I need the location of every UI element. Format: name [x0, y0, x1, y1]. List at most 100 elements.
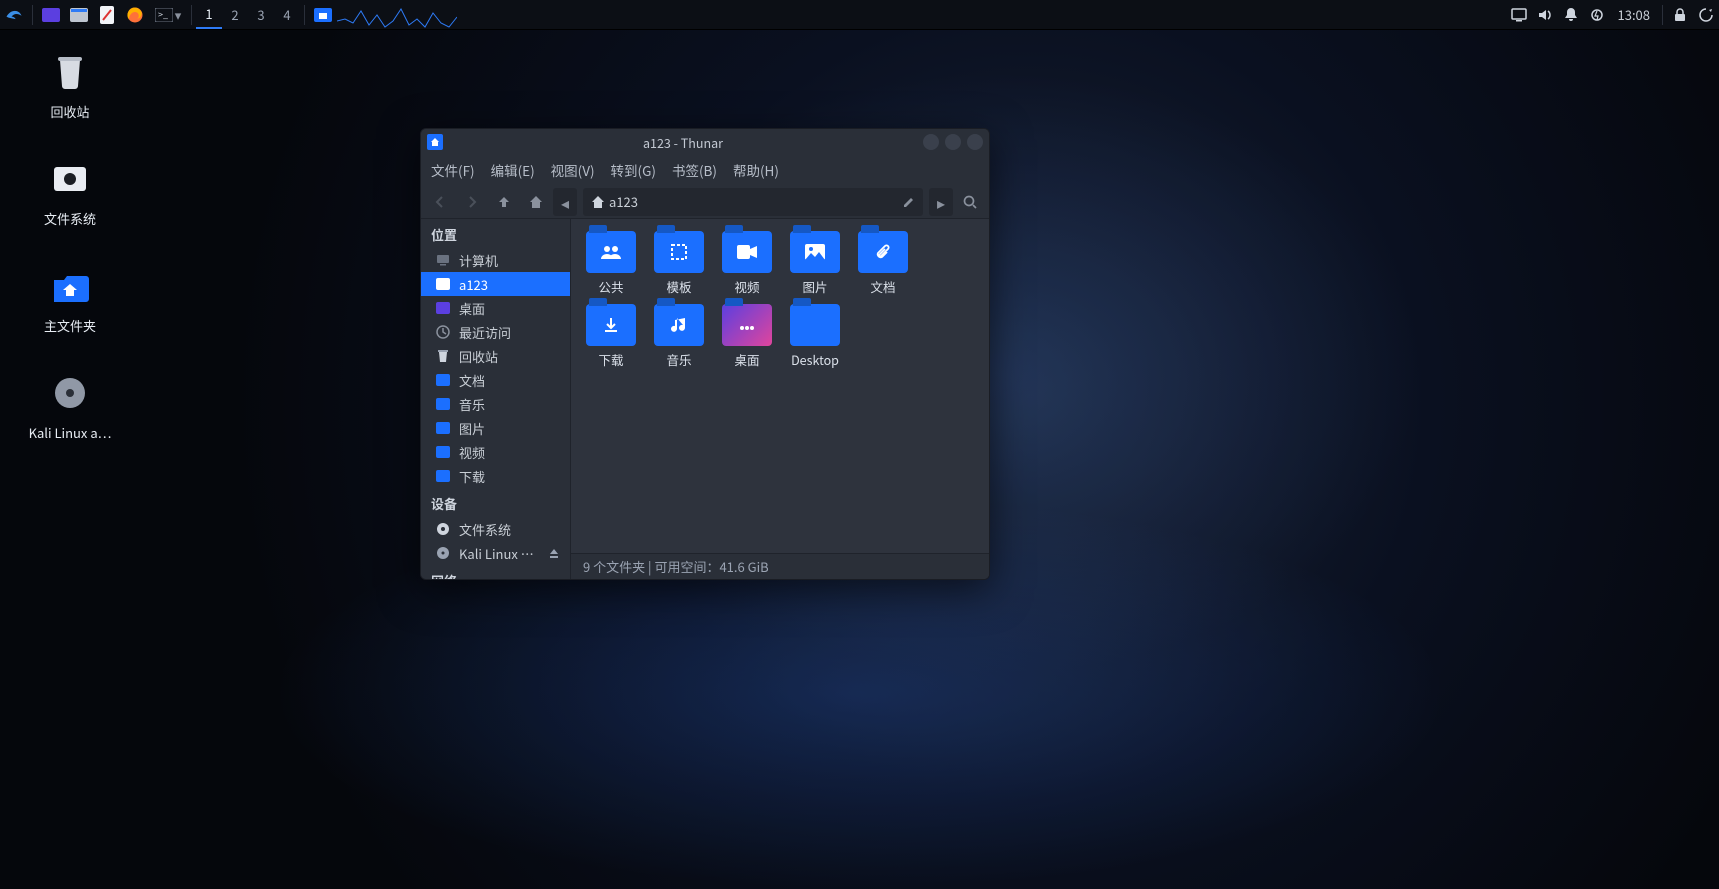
- workspace-1[interactable]: 1: [196, 1, 222, 29]
- path-segment-home[interactable]: a123: [583, 188, 646, 216]
- folder-desktop-en[interactable]: Desktop: [783, 304, 847, 369]
- desktop-icon-trash[interactable]: 回收站: [22, 48, 118, 121]
- status-bar: 9 个文件夹 | 可用空间：41.6 GiB: [571, 553, 989, 579]
- menu-bookmarks[interactable]: 书签(B): [672, 160, 717, 180]
- menu-view[interactable]: 视图(V): [551, 160, 595, 180]
- taskbar-app-monitor[interactable]: [37, 1, 65, 29]
- folder-desktop-cn[interactable]: 桌面: [715, 304, 779, 369]
- sidebar-item-label: 图片: [459, 419, 485, 438]
- video-icon: [737, 245, 757, 259]
- people-icon: [600, 244, 622, 260]
- sidebar-header-network: 网络: [421, 565, 570, 579]
- sidebar-item-filesystem[interactable]: 文件系统: [421, 517, 570, 541]
- tray-power-icon[interactable]: [1584, 8, 1610, 22]
- sidebar-item-music[interactable]: 音乐: [421, 392, 570, 416]
- eject-icon[interactable]: [548, 547, 562, 559]
- folder-templates[interactable]: 模板: [647, 231, 711, 296]
- sidebar-header-devices: 设备: [421, 488, 570, 517]
- window-titlebar[interactable]: a123 - Thunar: [421, 129, 989, 155]
- search-button[interactable]: [955, 187, 985, 217]
- sidebar-header-places: 位置: [421, 219, 570, 248]
- folder-public[interactable]: 公共: [579, 231, 643, 296]
- tray-notifications-icon[interactable]: [1558, 7, 1584, 23]
- folder-label: 文档: [851, 277, 915, 296]
- clock-icon: [435, 324, 451, 340]
- path-history-forward-button[interactable]: ▸: [929, 188, 953, 216]
- kali-menu-icon[interactable]: [0, 1, 28, 29]
- panel-separator: [191, 5, 192, 25]
- folder-icon: [435, 468, 451, 484]
- sidebar-item-computer[interactable]: 计算机: [421, 248, 570, 272]
- folder-icon: [435, 372, 451, 388]
- nav-up-button[interactable]: [489, 187, 519, 217]
- sidebar-item-recent[interactable]: 最近访问: [421, 320, 570, 344]
- workspace-4[interactable]: 4: [274, 1, 300, 29]
- desktop-icon-home[interactable]: 主文件夹: [22, 262, 118, 335]
- panel-separator: [1662, 5, 1663, 25]
- taskbar-app-files[interactable]: [65, 1, 93, 29]
- desktop-icon-label: Kali Linux a…: [22, 423, 118, 442]
- workspace-2[interactable]: 2: [222, 1, 248, 29]
- folder-videos[interactable]: 视频: [715, 231, 779, 296]
- sidebar-item-home[interactable]: a123: [421, 272, 570, 296]
- folder-label: 桌面: [715, 350, 779, 369]
- folder-music[interactable]: 音乐: [647, 304, 711, 369]
- folder-label: Desktop: [783, 350, 847, 369]
- nav-home-button[interactable]: [521, 187, 551, 217]
- sidebar-item-desktop[interactable]: 桌面: [421, 296, 570, 320]
- sidebar-item-downloads[interactable]: 下载: [421, 464, 570, 488]
- sidebar-item-trash[interactable]: 回收站: [421, 344, 570, 368]
- path-history-back-button[interactable]: ◂: [553, 188, 577, 216]
- tray-display-icon[interactable]: [1506, 8, 1532, 22]
- menu-go[interactable]: 转到(G): [611, 160, 656, 180]
- sidebar-item-label: 计算机: [459, 251, 498, 270]
- optical-icon: [435, 545, 451, 561]
- image-icon: [805, 244, 825, 260]
- menu-help[interactable]: 帮助(H): [733, 160, 779, 180]
- taskbar-app-editor[interactable]: [93, 1, 121, 29]
- menu-edit[interactable]: 编辑(E): [491, 160, 535, 180]
- sidebar-item-label: 文件系统: [459, 520, 511, 539]
- folder-icon: [435, 396, 451, 412]
- nav-back-button[interactable]: [425, 187, 455, 217]
- nav-forward-button[interactable]: [457, 187, 487, 217]
- sidebar-item-videos[interactable]: 视频: [421, 440, 570, 464]
- path-bar[interactable]: a123: [583, 188, 923, 216]
- window-close-button[interactable]: [967, 134, 983, 150]
- sidebar-item-optical[interactable]: Kali Linux a…: [421, 541, 570, 565]
- tray-session-icon[interactable]: [1693, 7, 1719, 23]
- path-edit-button[interactable]: [895, 195, 923, 209]
- desktop-icon-filesystem[interactable]: 文件系统: [22, 155, 118, 228]
- disk-icon: [435, 521, 451, 537]
- menubar: 文件(F) 编辑(E) 视图(V) 转到(G) 书签(B) 帮助(H): [421, 155, 989, 185]
- sidebar-item-label: a123: [459, 275, 488, 294]
- folder-documents[interactable]: 文档: [851, 231, 915, 296]
- cpu-graph-icon: [337, 1, 457, 29]
- download-icon: [602, 316, 620, 334]
- folder-pictures[interactable]: 图片: [783, 231, 847, 296]
- sidebar-item-pictures[interactable]: 图片: [421, 416, 570, 440]
- icon-view[interactable]: 公共 模板 视频 图片 文档 下载 音乐 桌面 Desktop: [571, 219, 989, 553]
- sidebar-item-documents[interactable]: 文档: [421, 368, 570, 392]
- folder-downloads[interactable]: 下载: [579, 304, 643, 369]
- home-icon: [427, 134, 443, 150]
- window-minimize-button[interactable]: [923, 134, 939, 150]
- taskbar-app-firefox[interactable]: [121, 1, 149, 29]
- workspace-3[interactable]: 3: [248, 1, 274, 29]
- window-maximize-button[interactable]: [945, 134, 961, 150]
- tray-lock-icon[interactable]: [1667, 8, 1693, 22]
- taskbar-app-terminal[interactable]: >_▾: [149, 1, 187, 29]
- content-area: 公共 模板 视频 图片 文档 下载 音乐 桌面 Desktop 9 个文件夹 |…: [571, 219, 989, 579]
- panel-clock[interactable]: 13:08: [1610, 5, 1658, 24]
- menu-file[interactable]: 文件(F): [431, 160, 475, 180]
- svg-text:>_: >_: [158, 8, 168, 21]
- taskbar-window-thunar[interactable]: [309, 1, 337, 29]
- attach-icon: [875, 243, 891, 261]
- tray-volume-icon[interactable]: [1532, 7, 1558, 23]
- top-panel: >_▾ 1 2 3 4 13:08: [0, 0, 1719, 30]
- folder-label: 下载: [579, 350, 643, 369]
- folder-label: 图片: [783, 277, 847, 296]
- desktop-icon-optical[interactable]: Kali Linux a…: [22, 369, 118, 442]
- panel-spacer: [337, 1, 1506, 29]
- folder-label: 视频: [715, 277, 779, 296]
